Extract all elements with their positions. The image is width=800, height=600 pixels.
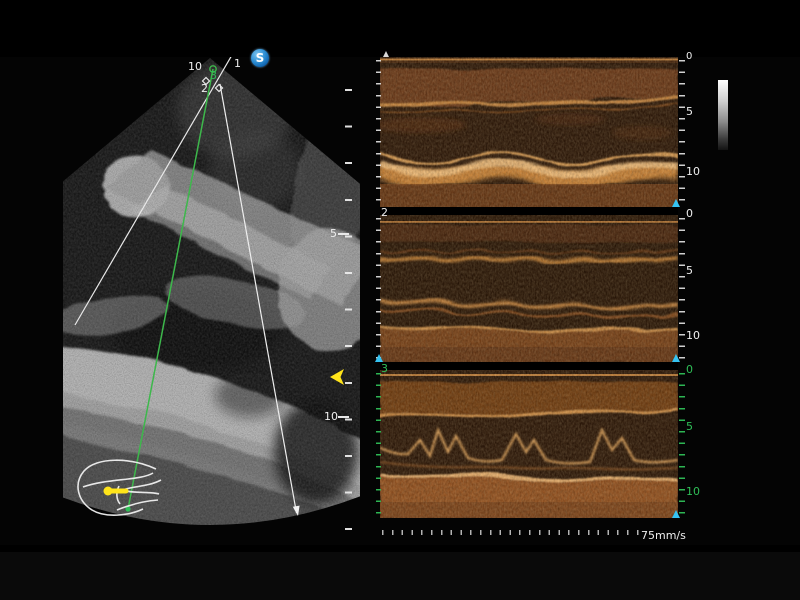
scale-marker-arrow[interactable] bbox=[375, 354, 383, 362]
cursor-1-label: 1 bbox=[234, 58, 241, 69]
strip1-left-ticks bbox=[376, 60, 381, 206]
ultrasound-screen: 10 1 3 2 S 5 10 bbox=[0, 0, 800, 600]
scale-marker-arrow[interactable] bbox=[672, 354, 680, 362]
strip2-number-label: 2 bbox=[381, 207, 388, 218]
depth-major-tick bbox=[338, 233, 349, 235]
strip3-depth-scale-ticks bbox=[679, 373, 685, 517]
grayscale-colorbar bbox=[718, 80, 728, 150]
strip2-depth-5: 5 bbox=[686, 265, 693, 276]
strip1-depth-0: 0 bbox=[686, 52, 692, 62]
bmode-image bbox=[0, 0, 380, 600]
sector-fan bbox=[0, 0, 380, 600]
bmode-depth-10-label: 10 bbox=[324, 411, 338, 422]
scale-marker-arrow[interactable] bbox=[672, 199, 680, 207]
strip1-top-marker bbox=[383, 51, 389, 57]
strip1-depth-scale-ticks bbox=[679, 60, 685, 206]
strip3-left-ticks bbox=[376, 373, 381, 517]
scale-marker-arrow[interactable] bbox=[672, 510, 680, 518]
strip2-depth-0: 0 bbox=[686, 208, 693, 219]
strip2-depth-scale-ticks bbox=[679, 218, 685, 361]
vendor-logo: S bbox=[251, 49, 269, 67]
mmode-traces bbox=[380, 57, 678, 518]
reference-dot bbox=[224, 42, 226, 44]
strip1-depth-10: 10 bbox=[686, 166, 700, 177]
cursor-2-label: 2 bbox=[201, 83, 208, 94]
strip3-number-label: 3 bbox=[381, 363, 388, 374]
strip2-depth-10: 10 bbox=[686, 330, 700, 341]
cursor-3-label: 3 bbox=[210, 70, 217, 81]
cursor-10-label: 10 bbox=[188, 61, 202, 72]
strip1-depth-5: 5 bbox=[686, 106, 693, 117]
strip3-depth-5: 5 bbox=[686, 421, 693, 432]
depth-major-tick bbox=[338, 416, 349, 418]
bmode-depth-ruler bbox=[345, 89, 352, 539]
sweep-speed-label: 75mm/s bbox=[641, 530, 686, 541]
strip3-depth-10: 10 bbox=[686, 486, 700, 497]
strip3-depth-0: 0 bbox=[686, 364, 693, 375]
strip2-left-ticks bbox=[376, 218, 381, 361]
bmode-depth-5-label: 5 bbox=[330, 228, 337, 239]
time-ruler-ticks bbox=[382, 530, 640, 535]
